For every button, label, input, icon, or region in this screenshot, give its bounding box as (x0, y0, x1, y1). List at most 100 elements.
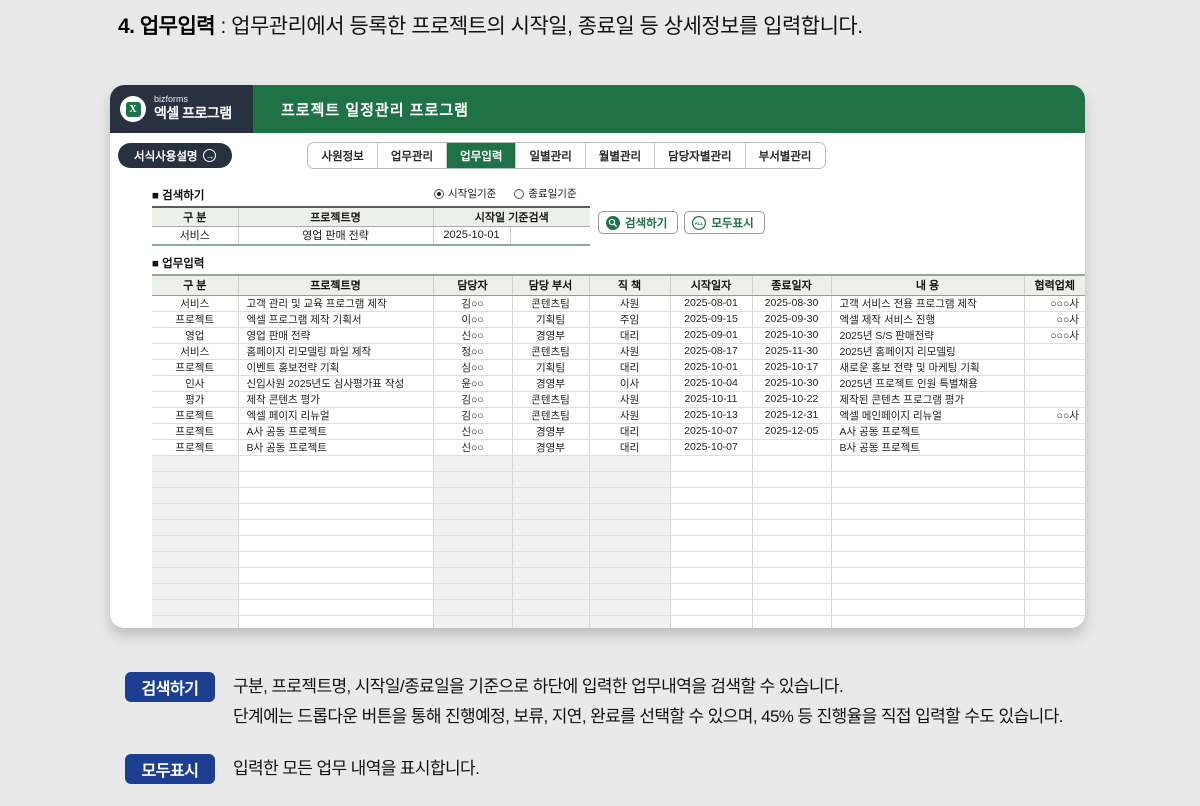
cell[interactable]: 서비스 (152, 343, 239, 360)
cell[interactable] (152, 471, 239, 488)
cell[interactable] (1024, 583, 1085, 600)
cell[interactable] (752, 551, 832, 568)
cell[interactable]: 엑셀 메인페이지 리뉴얼 (831, 407, 1025, 424)
search-project-cell[interactable]: 영업 판매 전략 (238, 226, 434, 245)
cell[interactable]: ○○사 (1024, 311, 1085, 328)
cell[interactable] (1024, 359, 1085, 376)
cell[interactable]: ○○○사 (1024, 327, 1085, 344)
cell[interactable]: 2025년 S/S 판매전략 (831, 327, 1025, 344)
cell[interactable] (589, 551, 671, 568)
cell[interactable] (433, 551, 513, 568)
cell[interactable]: 영업 (152, 327, 239, 344)
cell[interactable] (433, 583, 513, 600)
cell[interactable] (238, 519, 434, 536)
cell[interactable]: 김○○ (433, 391, 513, 408)
cell[interactable] (589, 519, 671, 536)
search-category-cell[interactable]: 서비스 (152, 226, 239, 245)
cell[interactable] (152, 599, 239, 616)
cell[interactable] (670, 471, 753, 488)
tab-일별관리[interactable]: 일별관리 (516, 143, 586, 168)
cell[interactable]: 김○○ (433, 407, 513, 424)
cell[interactable] (752, 439, 832, 456)
cell[interactable] (512, 599, 590, 616)
cell[interactable]: 2025-10-11 (670, 391, 753, 408)
cell[interactable]: 이벤트 홍보전략 기획 (238, 359, 434, 376)
cell[interactable]: 2025-08-30 (752, 295, 832, 312)
cell[interactable] (589, 567, 671, 584)
tab-사원정보[interactable]: 사원정보 (308, 143, 378, 168)
tab-업무입력[interactable]: 업무입력 (447, 143, 517, 168)
cell[interactable] (831, 567, 1025, 584)
cell[interactable]: 2025-10-07 (670, 439, 753, 456)
cell[interactable]: 2025-10-13 (670, 407, 753, 424)
cell[interactable] (238, 551, 434, 568)
cell[interactable] (512, 503, 590, 520)
cell[interactable]: 경영부 (512, 375, 590, 392)
cell[interactable]: 신○○ (433, 327, 513, 344)
cell[interactable] (1024, 535, 1085, 552)
cell[interactable]: 2025-10-22 (752, 391, 832, 408)
cell[interactable]: 2025-12-05 (752, 423, 832, 440)
cell[interactable]: 프로젝트 (152, 359, 239, 376)
cell[interactable]: 신○○ (433, 439, 513, 456)
cell[interactable] (1024, 615, 1085, 628)
cell[interactable] (433, 455, 513, 472)
cell[interactable] (512, 535, 590, 552)
cell[interactable]: 프로젝트 (152, 311, 239, 328)
guide-button[interactable]: 서식사용설명 → (118, 143, 233, 168)
cell[interactable] (152, 455, 239, 472)
cell[interactable] (589, 503, 671, 520)
cell[interactable]: 2025년 홈페이지 리모델링 (831, 343, 1025, 360)
cell[interactable] (1024, 567, 1085, 584)
cell[interactable]: 콘텐츠팀 (512, 295, 590, 312)
cell[interactable]: 2025-08-01 (670, 295, 753, 312)
cell[interactable] (512, 583, 590, 600)
cell[interactable]: A사 공동 프로젝트 (238, 423, 434, 440)
cell[interactable]: 엑셀 제작 서비스 진행 (831, 311, 1025, 328)
cell[interactable]: 프로젝트 (152, 423, 239, 440)
cell[interactable] (238, 583, 434, 600)
cell[interactable]: 프로젝트 (152, 407, 239, 424)
cell[interactable] (152, 519, 239, 536)
cell[interactable] (238, 471, 434, 488)
cell[interactable] (1024, 519, 1085, 536)
cell[interactable] (238, 455, 434, 472)
cell[interactable]: 새로운 홍보 전략 및 마케팅 기획 (831, 359, 1025, 376)
cell[interactable] (1024, 471, 1085, 488)
cell[interactable] (433, 519, 513, 536)
cell[interactable] (152, 567, 239, 584)
cell[interactable] (831, 519, 1025, 536)
cell[interactable] (1024, 551, 1085, 568)
cell[interactable] (1024, 487, 1085, 504)
cell[interactable]: 경영부 (512, 439, 590, 456)
cell[interactable] (1024, 503, 1085, 520)
cell[interactable]: 2025-09-15 (670, 311, 753, 328)
cell[interactable]: 기획팀 (512, 311, 590, 328)
cell[interactable] (589, 455, 671, 472)
tab-담당자별관리[interactable]: 담당자별관리 (655, 143, 746, 168)
cell[interactable] (831, 583, 1025, 600)
cell[interactable] (152, 551, 239, 568)
cell[interactable] (433, 471, 513, 488)
cell[interactable]: 2025-10-30 (752, 327, 832, 344)
cell[interactable]: B사 공동 프로젝트 (238, 439, 434, 456)
cell[interactable] (670, 535, 753, 552)
cell[interactable] (152, 503, 239, 520)
cell[interactable] (752, 599, 832, 616)
cell[interactable]: 2025-10-04 (670, 375, 753, 392)
cell[interactable] (1024, 439, 1085, 456)
cell[interactable] (238, 599, 434, 616)
cell[interactable]: 영업 판매 전략 (238, 327, 434, 344)
cell[interactable]: 콘텐츠팀 (512, 391, 590, 408)
cell[interactable] (512, 487, 590, 504)
cell[interactable] (752, 471, 832, 488)
cell[interactable]: 주임 (589, 311, 671, 328)
cell[interactable] (589, 471, 671, 488)
cell[interactable]: 사원 (589, 407, 671, 424)
cell[interactable]: 제작된 콘텐츠 프로그램 평가 (831, 391, 1025, 408)
cell[interactable]: 인사 (152, 375, 239, 392)
cell[interactable] (512, 471, 590, 488)
cell[interactable] (831, 455, 1025, 472)
cell[interactable]: 콘텐츠팀 (512, 407, 590, 424)
cell[interactable]: 엑셀 페이지 리뉴얼 (238, 407, 434, 424)
